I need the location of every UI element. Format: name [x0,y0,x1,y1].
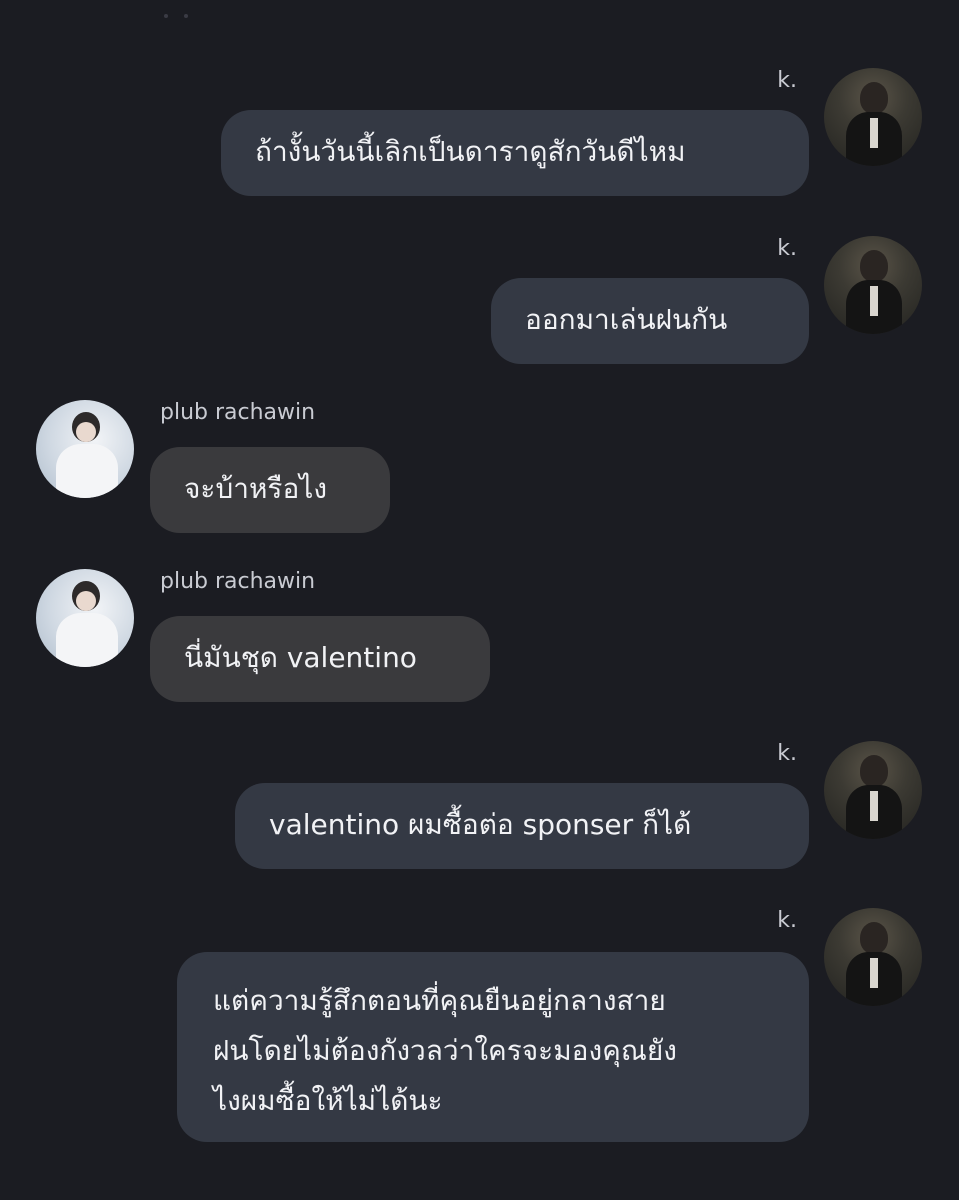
avatar-head [860,250,888,282]
avatar-head [860,755,888,787]
top-mark [164,14,168,18]
avatar-shirt [870,286,878,316]
avatar-body [56,613,118,667]
message-group-outgoing: k. แต่ความรู้สึกตอนที่คุณยืนอยู่กลางสาย … [0,908,959,1144]
sender-name: k. [777,908,797,933]
avatar-head [860,82,888,114]
message-text: นี่มันชุด valentino [184,641,417,674]
message-bubble[interactable]: จะบ้าหรือไง [150,447,390,533]
avatar-shirt [870,118,878,148]
message-group-outgoing: k. ออกมาเล่นฝนกัน [0,236,959,366]
message-text: valentino ผมซื้อต่อ sponser ก็ได้ [269,808,692,841]
avatar-shirt [870,958,878,988]
sender-name: k. [777,236,797,261]
message-bubble[interactable]: ออกมาเล่นฝนกัน [491,278,809,364]
message-text-line: แต่ความรู้สึกตอนที่คุณยืนอยู่กลางสาย [213,984,666,1017]
message-group-incoming: plub rachawin จะบ้าหรือไง [0,400,959,535]
avatar-face [76,422,96,442]
message-bubble[interactable]: valentino ผมซื้อต่อ sponser ก็ได้ [235,783,809,869]
avatar[interactable] [824,236,922,334]
message-text-line: ไงผมซื้อให้ไม่ได้นะ [213,1084,443,1117]
avatar[interactable] [36,400,134,498]
avatar-body [56,444,118,498]
avatar[interactable] [824,908,922,1006]
avatar[interactable] [36,569,134,667]
avatar-head [860,922,888,954]
avatar[interactable] [824,68,922,166]
avatar-face [76,591,96,611]
message-text: ออกมาเล่นฝนกัน [525,303,728,336]
message-bubble[interactable]: แต่ความรู้สึกตอนที่คุณยืนอยู่กลางสาย ฝนโ… [177,952,809,1142]
message-text: จะบ้าหรือไง [184,472,328,505]
message-text-line: ฝนโดยไม่ต้องกังวลว่าใครจะมองคุณยัง [213,1034,677,1067]
avatar[interactable] [824,741,922,839]
sender-name: k. [777,741,797,766]
sender-name: plub rachawin [160,569,316,594]
message-bubble[interactable]: ถ้างั้นวันนี้เลิกเป็นดาราดูสักวันดีไหม [221,110,809,196]
top-mark [184,14,188,18]
message-group-outgoing: k. ถ้างั้นวันนี้เลิกเป็นดาราดูสักวันดีไห… [0,68,959,198]
sender-name: k. [777,68,797,93]
message-text: ถ้างั้นวันนี้เลิกเป็นดาราดูสักวันดีไหม [255,135,686,168]
avatar-shirt [870,791,878,821]
message-group-outgoing: k. valentino ผมซื้อต่อ sponser ก็ได้ [0,741,959,871]
message-bubble[interactable]: นี่มันชุด valentino [150,616,490,702]
sender-name: plub rachawin [160,400,316,425]
top-marks [164,14,194,20]
message-group-incoming: plub rachawin นี่มันชุด valentino [0,569,959,704]
